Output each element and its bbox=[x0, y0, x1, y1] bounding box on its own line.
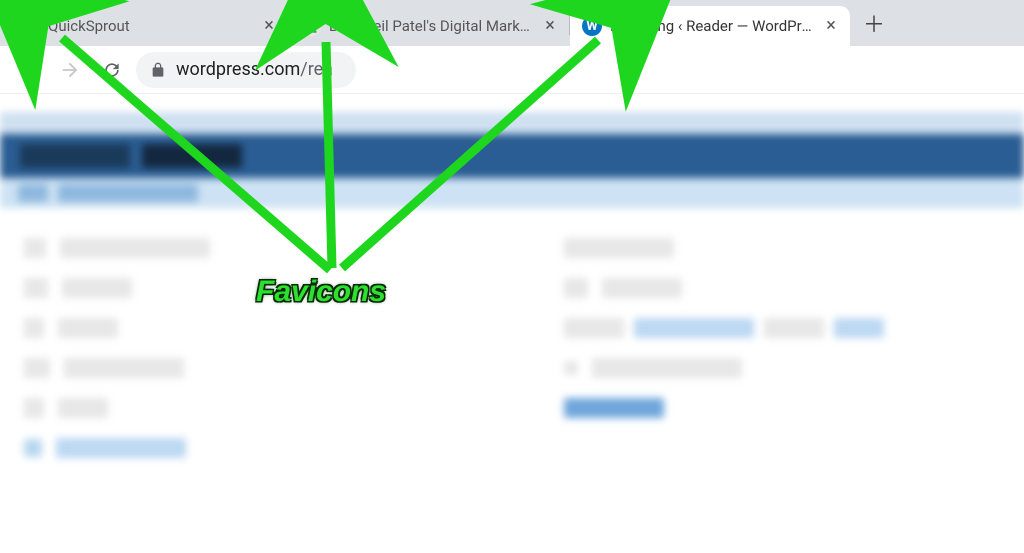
url-text: wordpress.com/rea bbox=[176, 59, 333, 80]
new-tab-button[interactable]: ＋ bbox=[858, 7, 890, 39]
reload-button[interactable] bbox=[94, 52, 130, 88]
back-button[interactable] bbox=[10, 52, 46, 88]
reload-icon bbox=[102, 60, 122, 80]
tab-wordpress[interactable]: W Following ‹ Reader — WordPre… × bbox=[570, 6, 850, 46]
tab-title: Blog Neil Patel's Digital Market… bbox=[329, 17, 533, 35]
close-icon[interactable]: × bbox=[822, 17, 840, 35]
quicksprout-icon: Q bbox=[20, 16, 40, 36]
lock-icon bbox=[150, 62, 166, 78]
tab-strip: Q QuickSprout × 👨‍🦲 Blog Neil Patel's Di… bbox=[0, 0, 1024, 46]
arrow-right-icon bbox=[59, 59, 81, 81]
forward-button[interactable] bbox=[52, 52, 88, 88]
tab-title: Following ‹ Reader — WordPre… bbox=[610, 17, 814, 35]
wordpress-icon: W bbox=[582, 16, 602, 36]
neilpatel-icon: 👨‍🦲 bbox=[301, 16, 321, 36]
tab-neilpatel[interactable]: 👨‍🦲 Blog Neil Patel's Digital Market… × bbox=[289, 6, 569, 46]
page-content-blurred bbox=[0, 112, 1024, 553]
close-icon[interactable]: × bbox=[260, 17, 278, 35]
tab-title: QuickSprout bbox=[48, 17, 252, 35]
address-bar[interactable]: wordpress.com/rea bbox=[136, 52, 356, 88]
tab-quicksprout[interactable]: Q QuickSprout × bbox=[8, 6, 288, 46]
browser-toolbar: wordpress.com/rea bbox=[0, 46, 1024, 94]
arrow-left-icon bbox=[17, 59, 39, 81]
close-icon[interactable]: × bbox=[541, 17, 559, 35]
